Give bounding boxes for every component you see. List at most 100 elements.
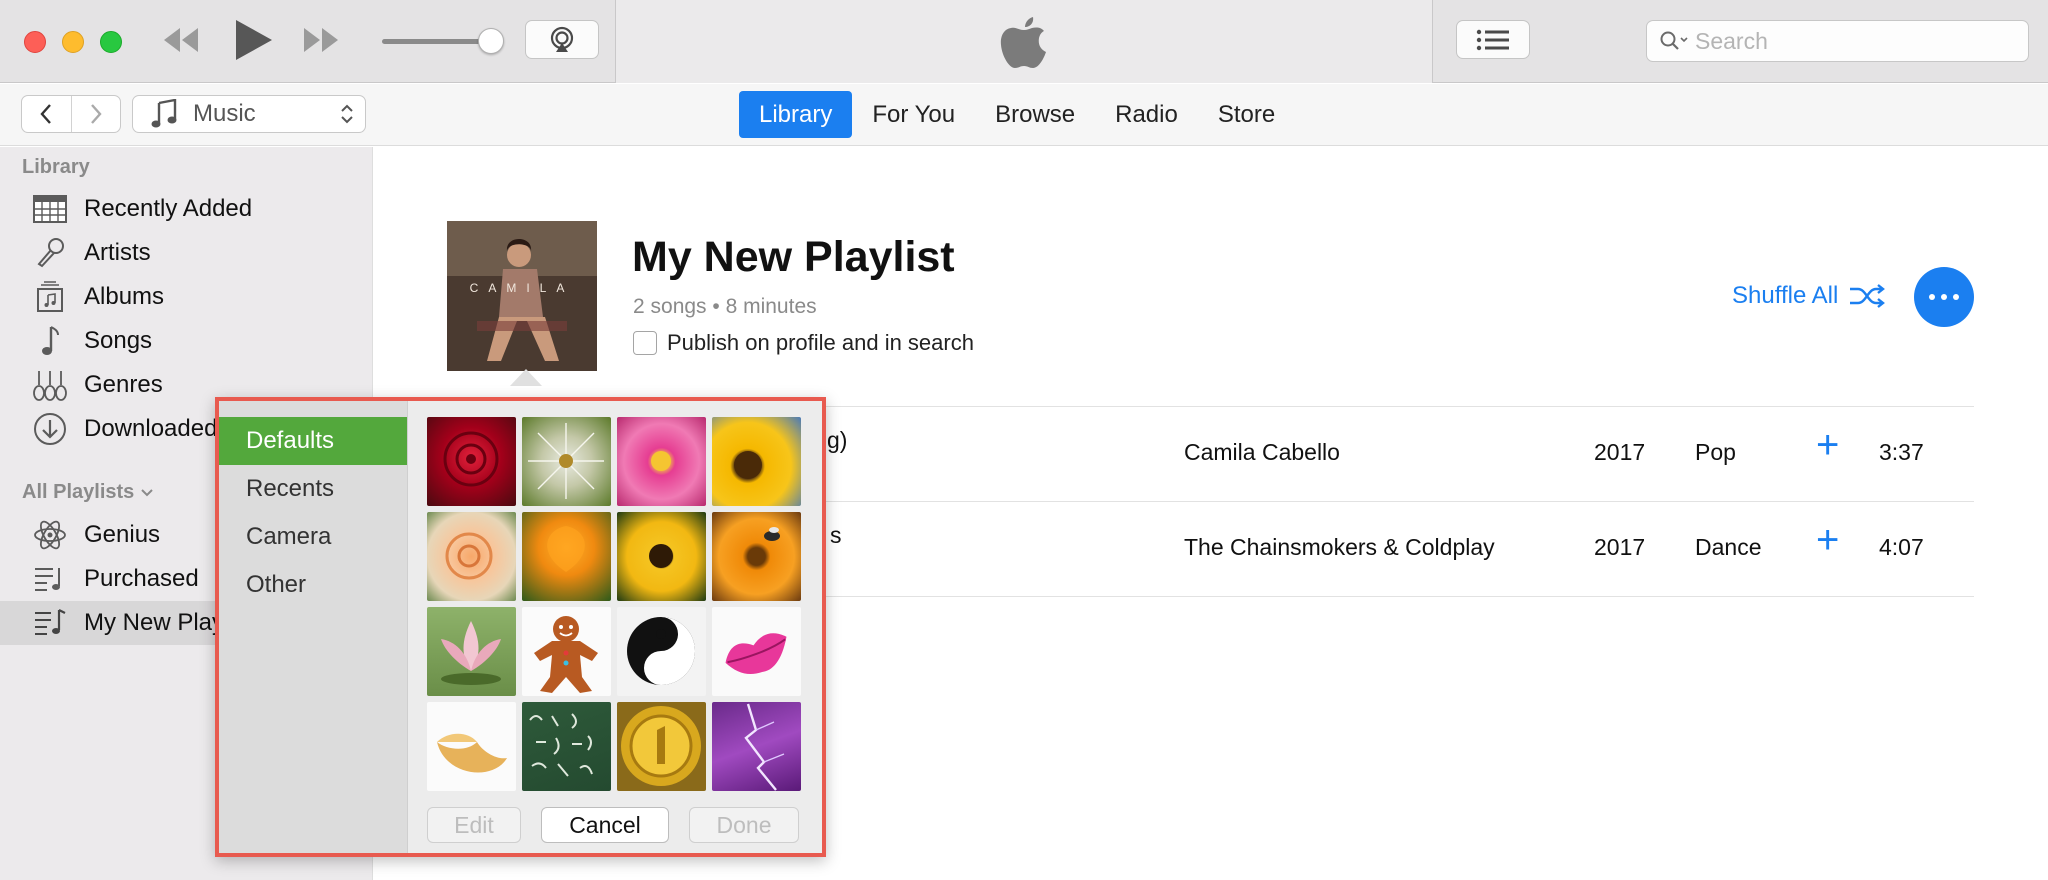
play-button[interactable] xyxy=(228,14,276,66)
dandelion-icon xyxy=(528,423,604,499)
tab-store[interactable]: Store xyxy=(1198,91,1295,138)
picker-tile-orange-poppy[interactable] xyxy=(522,512,611,601)
lightning-icon xyxy=(744,703,785,791)
yin-yang-icon xyxy=(627,617,695,685)
zoom-window-button[interactable] xyxy=(100,31,122,53)
fortune-cookie-icon xyxy=(437,733,507,773)
picker-tile-black-eyed-susan[interactable] xyxy=(617,512,706,601)
publish-checkbox[interactable] xyxy=(633,331,657,355)
more-dot-icon xyxy=(1953,294,1959,300)
picker-tile-fortune-cookie[interactable] xyxy=(427,702,516,791)
track-year: 2017 xyxy=(1594,439,1646,465)
lips-icon xyxy=(725,633,787,674)
done-button[interactable]: Done xyxy=(689,807,799,843)
picker-tile-gingerbread-man[interactable] xyxy=(522,607,611,696)
fast-forward-icon xyxy=(304,28,338,52)
rose-icon xyxy=(443,431,499,487)
picker-tile-chalkboard[interactable] xyxy=(522,702,611,791)
tab-for-you[interactable]: For You xyxy=(852,91,975,138)
list-icon xyxy=(1476,29,1509,50)
search-input[interactable] xyxy=(1695,27,2015,55)
track-artist: The Chainsmokers & Coldplay xyxy=(1184,534,1495,560)
download-circle-icon xyxy=(32,411,68,447)
picker-category-recents[interactable]: Recents xyxy=(219,465,407,513)
picker-category-defaults[interactable]: Defaults xyxy=(219,417,407,465)
rewind-button[interactable] xyxy=(158,18,202,62)
playlist-meta: 2 songs • 8 minutes xyxy=(633,295,817,318)
apple-logo-icon xyxy=(1000,17,1046,69)
picker-tile-lips[interactable] xyxy=(712,607,801,696)
sidebar-item-label: Albums xyxy=(84,283,165,310)
playlist-note-icon xyxy=(32,605,68,641)
fast-forward-button[interactable] xyxy=(300,18,344,62)
track-duration: 3:37 xyxy=(1879,439,1924,465)
airplay-button[interactable] xyxy=(525,20,599,59)
picker-tile-lotus[interactable] xyxy=(427,607,516,696)
picker-category-camera[interactable]: Camera xyxy=(219,513,407,561)
flower-icon xyxy=(649,544,673,568)
tab-browse[interactable]: Browse xyxy=(975,91,1095,138)
track-year: 2017 xyxy=(1594,534,1646,560)
more-dot-icon xyxy=(1941,294,1947,300)
picker-tile-pink-daisy[interactable] xyxy=(617,417,706,506)
publish-option[interactable]: Publish on profile and in search xyxy=(633,330,974,356)
cancel-button[interactable]: Cancel xyxy=(541,807,669,843)
lotus-icon xyxy=(441,621,501,685)
picker-tile-peach-rose[interactable] xyxy=(427,512,516,601)
volume-slider-knob[interactable] xyxy=(478,28,504,54)
minimize-window-button[interactable] xyxy=(62,31,84,53)
add-to-library-icon[interactable]: + xyxy=(1816,423,1839,468)
artwork-figure-image xyxy=(447,221,597,371)
artwork-picker-popover: Defaults Recents Camera Other Edit Cance… xyxy=(215,397,826,857)
picker-tile-dandelion[interactable] xyxy=(522,417,611,506)
playlist-icon xyxy=(32,561,68,597)
picker-tile-orange-gerbera[interactable] xyxy=(712,512,801,601)
playlist-artwork[interactable]: CAMILA xyxy=(447,221,597,371)
rose-icon xyxy=(445,532,493,580)
sidebar-item-songs[interactable]: Songs xyxy=(0,319,373,363)
search-field[interactable] xyxy=(1646,20,2029,62)
publish-label: Publish on profile and in search xyxy=(667,330,974,355)
now-playing-display xyxy=(615,0,1433,83)
sidebar-item-artists[interactable]: Artists xyxy=(0,231,373,275)
picker-tile-yin-yang[interactable] xyxy=(617,607,706,696)
main-tabs: Library For You Browse Radio Store xyxy=(739,91,1295,138)
picker-tile-gold-medal[interactable] xyxy=(617,702,706,791)
add-to-library-icon[interactable]: + xyxy=(1816,518,1839,563)
picker-category-list: Defaults Recents Camera Other xyxy=(219,401,408,853)
playlist-title[interactable]: My New Playlist xyxy=(632,233,955,282)
tab-radio[interactable]: Radio xyxy=(1095,91,1198,138)
chevron-left-icon xyxy=(40,104,52,124)
picker-tile-lightning[interactable] xyxy=(712,702,801,791)
media-kind-select[interactable]: Music xyxy=(132,95,366,133)
picker-category-other[interactable]: Other xyxy=(219,561,407,609)
more-options-button[interactable] xyxy=(1914,267,1974,327)
picker-tile-red-rose[interactable] xyxy=(427,417,516,506)
tab-library[interactable]: Library xyxy=(739,91,853,138)
chalkboard-icon xyxy=(529,713,593,777)
sidebar-item-label: Downloaded xyxy=(84,415,218,442)
airplay-icon xyxy=(550,26,574,52)
track-genre: Dance xyxy=(1695,534,1762,560)
all-playlists-heading[interactable]: All Playlists xyxy=(22,481,154,504)
up-next-button[interactable] xyxy=(1456,20,1530,59)
track-artist: Camila Cabello xyxy=(1184,439,1340,465)
shuffle-all-button[interactable]: Shuffle All xyxy=(1732,282,1886,310)
sidebar-item-label: Genres xyxy=(84,371,163,398)
picker-image-grid xyxy=(427,417,807,791)
media-kind-label: Music xyxy=(193,100,256,127)
sidebar-item-albums[interactable]: Albums xyxy=(0,275,373,319)
track-genre: Pop xyxy=(1695,439,1736,465)
bee-icon xyxy=(764,527,780,541)
back-button[interactable] xyxy=(22,96,72,132)
forward-button[interactable] xyxy=(72,96,121,132)
sidebar-item-recently-added[interactable]: Recently Added xyxy=(0,187,373,231)
chevron-down-icon xyxy=(141,489,153,497)
chevron-right-icon xyxy=(90,104,102,124)
picker-tile-sunflower[interactable] xyxy=(712,417,801,506)
edit-button[interactable]: Edit xyxy=(427,807,521,843)
track-title: g) xyxy=(827,427,848,453)
close-window-button[interactable] xyxy=(24,31,46,53)
poppy-icon xyxy=(547,526,585,572)
sidebar-item-label: Songs xyxy=(84,327,153,354)
